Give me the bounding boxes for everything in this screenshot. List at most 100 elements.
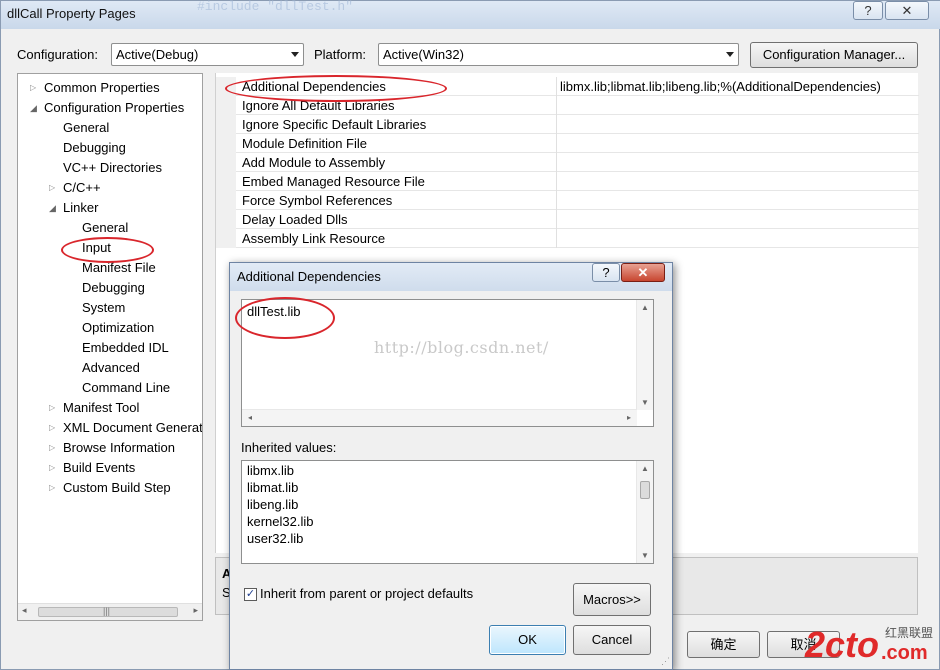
platform-value: Active(Win32) [383, 47, 464, 62]
tree-item[interactable]: ▷ Browse Information [18, 440, 202, 458]
tree-item-label: Manifest Tool [63, 400, 140, 415]
property-row[interactable]: Delay Loaded Dlls [216, 210, 919, 229]
scroll-left-icon[interactable]: ◂ [248, 413, 252, 422]
dialog-help-button[interactable]: ? [592, 263, 620, 282]
tree-item[interactable]: Embedded IDL [18, 340, 202, 358]
property-value[interactable]: libmx.lib;libmat.lib;libeng.lib;%(Additi… [560, 79, 881, 94]
tree-item-label: Build Events [63, 460, 136, 475]
macros-button[interactable]: Macros>> [573, 583, 651, 616]
row-gutter [216, 191, 236, 210]
scroll-left-icon[interactable]: ◂ [22, 605, 27, 616]
property-name: Embed Managed Resource File [242, 174, 425, 189]
tree-item[interactable]: Debugging [18, 140, 202, 158]
checkmark-icon: ✓ [245, 588, 256, 600]
property-name: Delay Loaded Dlls [242, 212, 348, 227]
scroll-down-icon[interactable]: ▼ [641, 551, 649, 560]
ok-button-main[interactable]: 确定 [687, 631, 760, 658]
column-divider [556, 115, 557, 134]
column-divider [556, 134, 557, 153]
configuration-label: Configuration: [17, 47, 98, 62]
row-gutter [216, 153, 236, 172]
property-row[interactable]: Ignore Specific Default Libraries [216, 115, 919, 134]
column-divider [556, 210, 557, 229]
cancel-button[interactable]: Cancel [573, 625, 651, 655]
tree-item[interactable]: System [18, 300, 202, 318]
tree-item[interactable]: Command Line [18, 380, 202, 398]
scroll-right-icon[interactable]: ▸ [627, 413, 631, 422]
tree-item-label: Browse Information [63, 440, 175, 455]
help-button[interactable]: ? [853, 1, 883, 20]
logo-text: 2cto [805, 624, 880, 665]
property-row[interactable]: Embed Managed Resource File [216, 172, 919, 191]
grip-icon: ||| [103, 606, 111, 616]
expand-arrow-icon[interactable]: ▷ [49, 463, 55, 472]
scroll-thumb[interactable]: ||| [38, 606, 178, 617]
platform-select[interactable]: Active(Win32) [378, 43, 739, 66]
chevron-down-icon [291, 52, 299, 57]
expand-arrow-icon[interactable]: ▷ [49, 403, 55, 412]
dialog-title-bar: Additional Dependencies ? ✕ [230, 263, 672, 291]
tree-item[interactable]: ▷ XML Document Generat [18, 420, 202, 438]
property-row[interactable]: Add Module to Assembly [216, 153, 919, 172]
site-logo: 2cto .com 红黑联盟 [805, 626, 940, 670]
chevron-down-icon [726, 52, 734, 57]
tree-item[interactable]: ▷ Custom Build Step [18, 480, 202, 498]
tree-item-label: Debugging [63, 140, 126, 155]
expand-arrow-icon[interactable]: ▷ [30, 83, 36, 92]
property-row[interactable]: Module Definition File [216, 134, 919, 153]
tree-item[interactable]: Advanced [18, 360, 202, 378]
inherited-value-item: libmat.lib [247, 480, 299, 495]
inherited-vertical-scrollbar[interactable]: ▲ ▼ [636, 461, 653, 563]
property-name: Add Module to Assembly [242, 155, 386, 170]
tree-item[interactable]: VC++ Directories [18, 160, 202, 178]
scroll-up-icon[interactable]: ▲ [641, 464, 649, 473]
inherit-checkbox[interactable]: ✓ [244, 588, 257, 601]
edit-horizontal-scrollbar[interactable]: ◂ ▸ [242, 409, 637, 426]
scroll-thumb[interactable] [640, 481, 650, 499]
scroll-up-icon[interactable]: ▲ [641, 303, 649, 312]
additional-dependencies-dialog: Additional Dependencies ? ✕ dllTest.lib … [229, 262, 673, 670]
tree-item[interactable]: ▷ Common Properties [18, 80, 202, 98]
tree-item[interactable]: Optimization [18, 320, 202, 338]
ok-button[interactable]: OK [489, 625, 566, 655]
tree-item[interactable]: ◢ Linker [18, 200, 202, 218]
edit-vertical-scrollbar[interactable]: ▲ ▼ [636, 300, 653, 410]
inherited-values-label: Inherited values: [241, 440, 337, 455]
tree-item-label: Linker [63, 200, 99, 215]
tree-item-label: General [82, 220, 129, 235]
expand-arrow-icon[interactable]: ▷ [49, 423, 55, 432]
tree-item[interactable]: General [18, 220, 202, 238]
configuration-manager-button[interactable]: Configuration Manager... [750, 42, 918, 68]
tree-item[interactable]: Debugging [18, 280, 202, 298]
dialog-close-button[interactable]: ✕ [621, 263, 665, 282]
scroll-right-icon[interactable]: ▸ [193, 605, 198, 616]
property-name: Ignore Specific Default Libraries [242, 117, 427, 132]
column-divider [556, 191, 557, 210]
annotation-ellipse-input [61, 237, 154, 263]
row-gutter [216, 134, 236, 153]
logo-domain: .com [881, 642, 928, 664]
property-row[interactable]: Force Symbol References [216, 191, 919, 210]
inherit-checkbox-label[interactable]: Inherit from parent or project defaults [260, 586, 473, 601]
background-editor-text: #include "dllTest.h" [197, 0, 354, 14]
row-gutter [216, 210, 236, 229]
tree-item[interactable]: ▷ Manifest Tool [18, 400, 202, 418]
close-button[interactable]: ✕ [885, 1, 929, 20]
collapse-arrow-icon[interactable]: ◢ [30, 103, 37, 114]
property-name: Module Definition File [242, 136, 368, 151]
property-row[interactable]: Assembly Link Resource [216, 229, 919, 248]
scroll-down-icon[interactable]: ▼ [641, 398, 649, 407]
tree-horizontal-scrollbar[interactable]: ◂ ||| ▸ [18, 603, 202, 620]
expand-arrow-icon[interactable]: ▷ [49, 443, 55, 452]
configuration-select[interactable]: Active(Debug) [111, 43, 304, 66]
collapse-arrow-icon[interactable]: ◢ [49, 203, 56, 214]
tree-item[interactable]: ▷ C/C++ [18, 180, 202, 198]
help-icon: ? [864, 3, 872, 18]
resize-grip-icon[interactable]: ⋰ [661, 656, 670, 667]
expand-arrow-icon[interactable]: ▷ [49, 183, 55, 192]
tree-item[interactable]: ◢ Configuration Properties [18, 100, 202, 118]
expand-arrow-icon[interactable]: ▷ [49, 483, 55, 492]
tree-item[interactable]: General [18, 120, 202, 138]
watermark-text: http://blog.csdn.net/ [374, 338, 549, 357]
tree-item[interactable]: ▷ Build Events [18, 460, 202, 478]
